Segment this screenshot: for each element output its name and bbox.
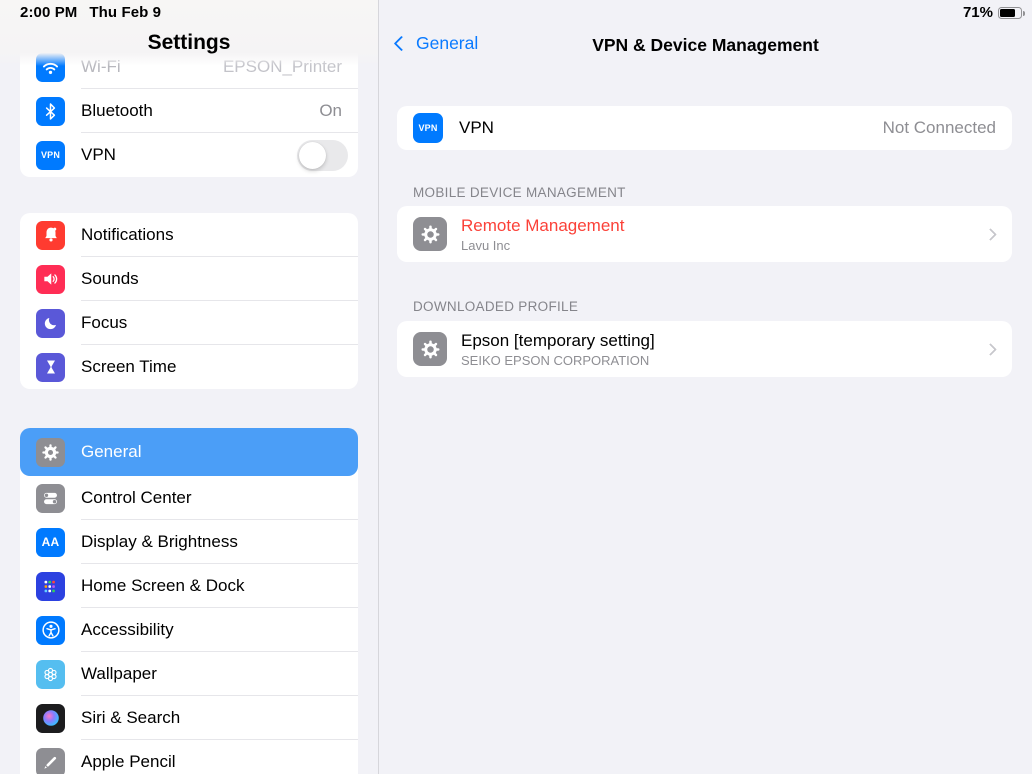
moon-icon [36,309,65,338]
detail-pane: General VPN & Device Management VPN VPN … [379,0,1032,774]
profile-gear-icon [413,332,447,366]
status-bar: 2:00 PM Thu Feb 9 71% [0,0,1032,28]
vpn-badge-text: VPN [41,150,60,160]
epson-profile-title: Epson [temporary setting] [461,331,972,351]
sidebar-item-label: Focus [81,313,127,333]
vpn-badge-text: VPN [418,123,437,133]
wallpaper-icon [36,660,65,689]
sidebar-item-label: Control Center [81,488,192,508]
gear-icon [36,438,65,467]
sidebar-item-label: Bluetooth [81,101,153,121]
status-time-date: 2:00 PM Thu Feb 9 [20,4,161,21]
sidebar-item-label: Apple Pencil [81,752,176,772]
accessibility-icon [36,616,65,645]
status-battery: 71% [963,4,1022,21]
sidebar-item-vpn[interactable]: VPN VPN [20,133,358,177]
remote-management-title: Remote Management [461,216,972,236]
vpn-status-row[interactable]: VPN VPN Not Connected [397,106,1012,150]
sidebar-item-accessibility[interactable]: Accessibility [20,608,358,652]
sidebar-group-notifications: Notifications Sounds Focus Screen Time [20,213,358,389]
battery-percent-label: 71% [963,4,993,21]
ipad-settings-screen: { "status_bar": { "time": "2:00 PM", "da… [0,0,1032,774]
sidebar-item-display-brightness[interactable]: AA Display & Brightness [20,520,358,564]
sidebar-item-label: Siri & Search [81,708,180,728]
section-header-mdm: MOBILE DEVICE MANAGEMENT [413,185,1012,200]
bluetooth-status-value: On [319,101,342,121]
sidebar-item-label: VPN [81,145,116,165]
sidebar-group-general: General Control Center AA Display & Brig… [20,428,358,774]
remote-management-subtitle: Lavu Inc [461,238,972,253]
remote-management-row[interactable]: Remote Management Lavu Inc [397,206,1012,262]
mdm-card: Remote Management Lavu Inc [397,206,1012,262]
sidebar-item-label: General [81,442,141,462]
sidebar-item-label: Notifications [81,225,174,245]
page-title: VPN & Device Management [379,35,1032,56]
sidebar-item-screen-time[interactable]: Screen Time [20,345,358,389]
bluetooth-icon [36,97,65,126]
downloaded-profile-card: Epson [temporary setting] SEIKO EPSON CO… [397,321,1012,377]
battery-icon [998,7,1022,19]
speaker-icon [36,265,65,294]
sidebar-item-label: Screen Time [81,357,176,377]
sidebar-item-label: Wallpaper [81,664,157,684]
vpn-toggle[interactable] [297,140,348,171]
profile-gear-icon [413,217,447,251]
sidebar-item-wallpaper[interactable]: Wallpaper [20,652,358,696]
chevron-right-icon [984,343,997,356]
sidebar-item-label: Display & Brightness [81,532,238,552]
sidebar-item-siri-search[interactable]: Siri & Search [20,696,358,740]
sidebar-item-notifications[interactable]: Notifications [20,213,358,257]
vpn-row-label: VPN [459,118,494,137]
sidebar-item-label: Sounds [81,269,139,289]
siri-icon [36,704,65,733]
detail-content: VPN VPN Not Connected MOBILE DEVICE MANA… [397,106,1012,377]
vpn-card: VPN VPN Not Connected [397,106,1012,150]
sidebar-item-label: Home Screen & Dock [81,576,244,596]
sidebar-item-sounds[interactable]: Sounds [20,257,358,301]
epson-profile-subtitle: SEIKO EPSON CORPORATION [461,353,972,368]
bell-icon [36,221,65,250]
control-center-icon [36,484,65,513]
status-date: Thu Feb 9 [89,4,161,21]
pane-divider [378,0,379,774]
sidebar-item-apple-pencil[interactable]: Apple Pencil [20,740,358,774]
home-screen-icon [36,572,65,601]
sidebar-item-home-screen-dock[interactable]: Home Screen & Dock [20,564,358,608]
hourglass-icon [36,353,65,382]
sidebar-item-general[interactable]: General [20,428,358,476]
pencil-icon [36,748,65,774]
sidebar-title: Settings [0,31,378,55]
section-header-downloaded-profile: DOWNLOADED PROFILE [413,299,1012,314]
vpn-badge-icon: VPN [36,141,65,170]
sidebar-item-focus[interactable]: Focus [20,301,358,345]
chevron-right-icon [984,228,997,241]
epson-profile-row[interactable]: Epson [temporary setting] SEIKO EPSON CO… [397,321,1012,377]
display-badge-text: AA [42,535,60,549]
vpn-status-value: Not Connected [883,118,996,138]
vpn-badge-icon: VPN [413,113,443,143]
settings-sidebar: Wi-Fi EPSON_Printer Bluetooth On VPN VPN [0,0,378,774]
status-time: 2:00 PM [20,4,77,21]
display-icon: AA [36,528,65,557]
sidebar-item-label: Accessibility [81,620,174,640]
sidebar-item-bluetooth[interactable]: Bluetooth On [20,89,358,133]
sidebar-item-control-center[interactable]: Control Center [20,476,358,520]
